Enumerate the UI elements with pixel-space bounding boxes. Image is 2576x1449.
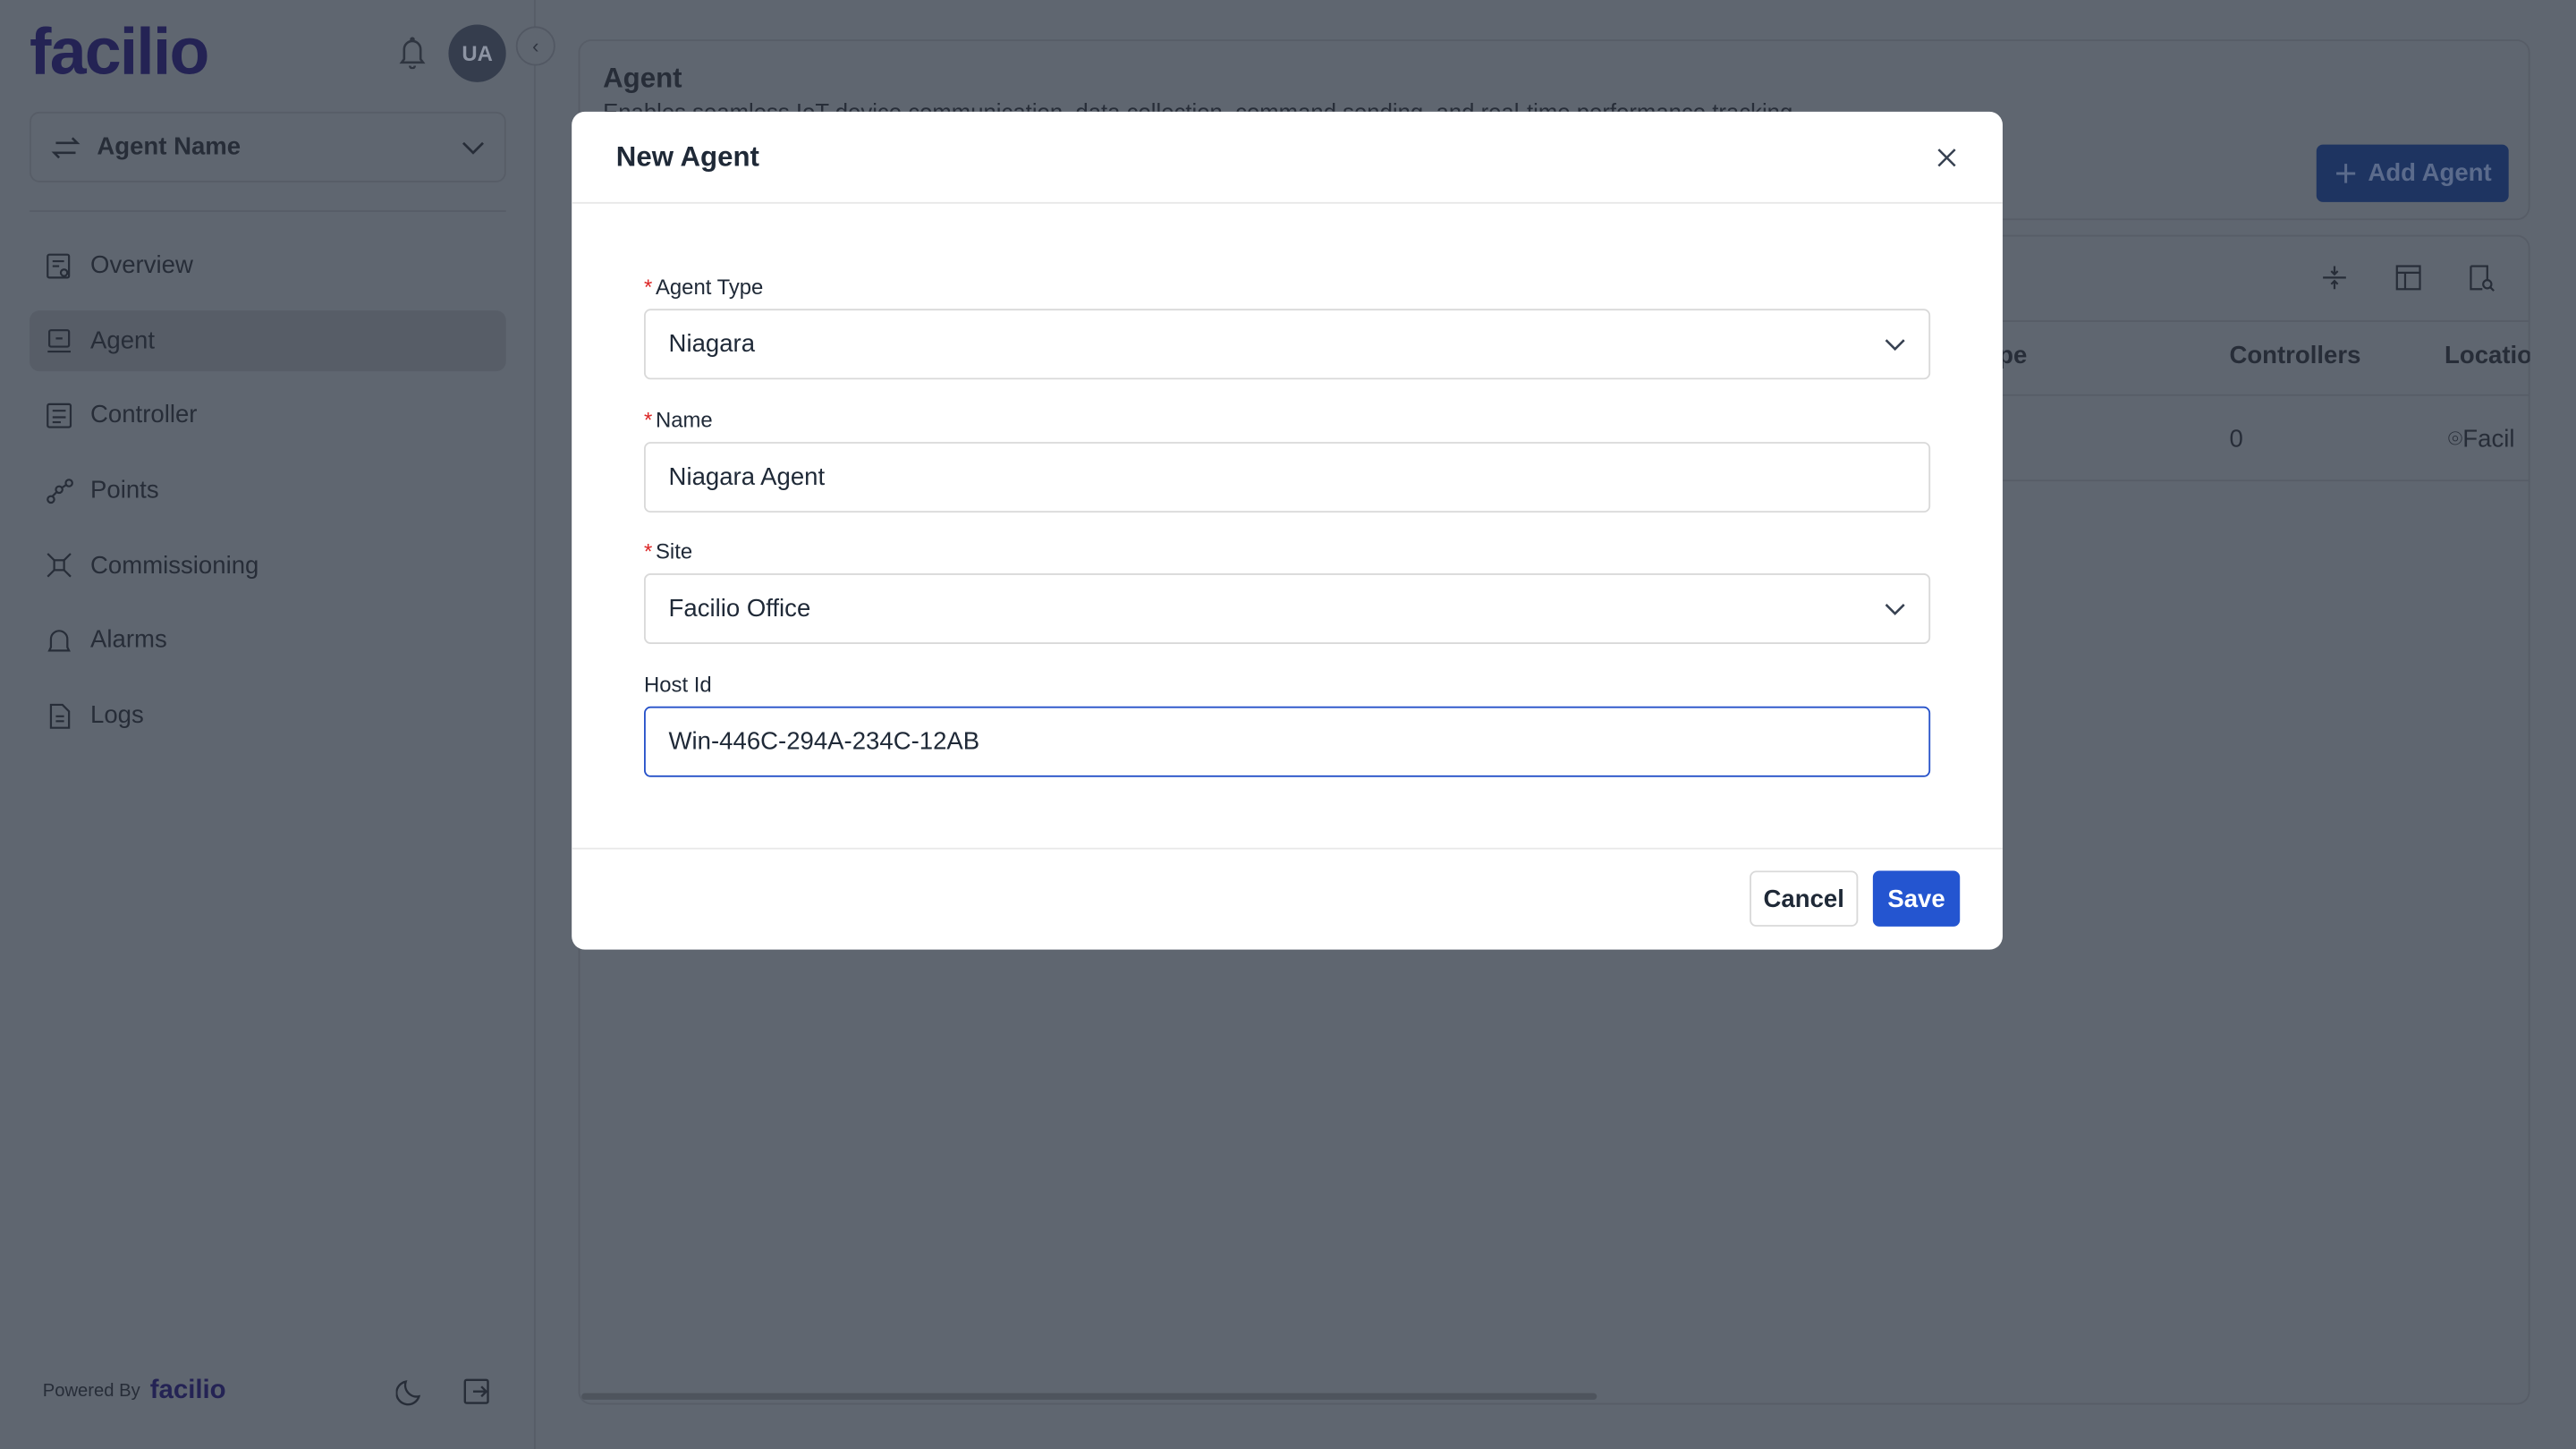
site-value: Facilio Office — [668, 594, 811, 623]
agent-type-select[interactable]: Niagara — [643, 309, 1931, 380]
sidebar-item-label: Logs — [90, 701, 144, 730]
agent-type-label: Agent Type — [655, 274, 764, 300]
cell-location: ⌾Facil — [2448, 426, 2530, 453]
swap-icon — [51, 136, 80, 158]
add-agent-label: Add Agent — [2368, 159, 2492, 188]
sidebar-item-label: Commissioning — [90, 551, 259, 580]
agent-type-value: Niagara — [668, 330, 756, 359]
powered-by-label: Powered By — [42, 1381, 140, 1402]
cell-location-text: Facil — [2462, 425, 2515, 453]
sidebar-item-label: Points — [90, 476, 159, 504]
sidebar-item-points[interactable]: Points — [30, 460, 506, 521]
collapse-sidebar-button[interactable]: ‹ — [515, 26, 555, 66]
search-records-icon[interactable] — [2466, 263, 2496, 292]
chevron-down-icon — [462, 140, 484, 154]
points-icon — [47, 478, 73, 504]
save-button[interactable]: Save — [1872, 870, 1961, 927]
powered-by: Powered By facilio — [43, 1377, 226, 1406]
commissioning-icon — [47, 553, 72, 578]
logs-icon — [49, 703, 71, 729]
controller-icon — [47, 402, 72, 428]
sidebar-divider — [30, 210, 506, 212]
agent-selector-label: Agent Name — [97, 132, 242, 161]
sidebar-nav: Overview Agent Controller Points Commiss… — [30, 235, 506, 760]
name-label: Name — [655, 407, 713, 433]
required-marker: * — [643, 407, 653, 433]
dark-mode-moon-icon[interactable] — [395, 1377, 426, 1406]
horizontal-scrollbar[interactable] — [581, 1393, 1597, 1400]
page-title: Agent — [603, 62, 682, 94]
agent-icon — [47, 329, 71, 353]
column-header-location[interactable]: Location — [2445, 342, 2530, 369]
facilio-logo: facilio — [30, 16, 209, 89]
sidebar-item-logs[interactable]: Logs — [30, 685, 506, 746]
column-header-controllers[interactable]: Controllers — [2229, 342, 2360, 369]
required-marker: * — [643, 274, 653, 300]
row-density-icon[interactable] — [2319, 263, 2349, 292]
overview-icon — [47, 252, 71, 278]
sidebar-item-overview[interactable]: Overview — [30, 235, 506, 296]
host-id-field: Host Id Win-446C-294A-234C-12AB — [643, 672, 1931, 777]
dialog-footer-divider — [572, 847, 2003, 850]
new-agent-dialog: New Agent * Agent Type Niagara * Name Niag… — [572, 111, 2003, 950]
sidebar: facilio UA ‹ Agent Name Overview Agent C… — [0, 0, 555, 1449]
agent-selector[interactable]: Agent Name — [30, 111, 506, 182]
sidebar-item-label: Controller — [90, 401, 198, 430]
host-id-label: Host Id — [643, 672, 712, 697]
bell-icon — [47, 630, 71, 652]
add-agent-button[interactable]: ＋ Add Agent — [2316, 144, 2509, 202]
sidebar-item-alarms[interactable]: Alarms — [30, 610, 506, 671]
agent-type-field: * Agent Type Niagara — [643, 274, 1931, 380]
dialog-title: New Agent — [615, 140, 759, 172]
chevron-down-icon — [1885, 338, 1905, 351]
user-avatar[interactable]: UA — [448, 24, 506, 82]
chevron-left-icon: ‹ — [532, 34, 539, 58]
name-input[interactable]: Niagara Agent — [643, 442, 1931, 513]
powered-by-logo: facilio — [149, 1377, 226, 1405]
host-id-value: Win-446C-294A-234C-12AB — [668, 727, 980, 756]
sidebar-item-agent[interactable]: Agent — [30, 309, 506, 371]
column-settings-icon[interactable] — [2394, 263, 2423, 292]
cell-controllers: 0 — [2229, 425, 2243, 453]
site-label: Site — [655, 538, 693, 564]
page-subtitle: Enables seamless IoT device communicatio… — [603, 98, 1793, 112]
sidebar-item-label: Alarms — [90, 626, 167, 655]
cancel-button[interactable]: Cancel — [1750, 870, 1859, 927]
sidebar-item-label: Agent — [90, 326, 156, 355]
sidebar-item-commissioning[interactable]: Commissioning — [30, 535, 506, 596]
chevron-down-icon — [1885, 603, 1905, 614]
site-select[interactable]: Facilio Office — [643, 573, 1931, 644]
required-marker: * — [643, 538, 653, 564]
sidebar-item-controller[interactable]: Controller — [30, 385, 506, 445]
name-value: Niagara Agent — [668, 462, 826, 492]
notification-bell-icon[interactable] — [397, 36, 427, 70]
site-field: * Site Facilio Office — [643, 538, 1931, 644]
host-id-input[interactable]: Win-446C-294A-234C-12AB — [643, 706, 1931, 777]
plus-icon: ＋ — [2333, 160, 2359, 190]
location-pin-icon: ⌾ — [2447, 425, 2463, 453]
name-field: * Name Niagara Agent — [643, 407, 1931, 513]
close-icon[interactable] — [1936, 146, 1959, 169]
logout-icon[interactable] — [462, 1377, 491, 1406]
sidebar-item-label: Overview — [90, 251, 193, 280]
